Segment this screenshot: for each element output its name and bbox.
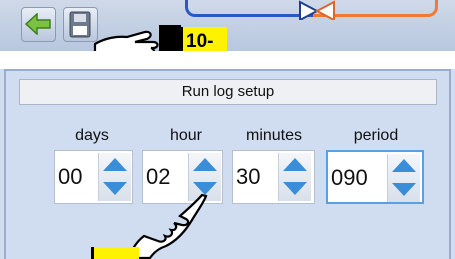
separator: [0, 51, 455, 69]
up-arrow-icon[interactable]: [283, 158, 307, 171]
minutes-label: minutes: [245, 127, 303, 144]
panel-title: Run log setup: [19, 79, 437, 105]
back-button[interactable]: [21, 7, 56, 42]
period-label: period: [353, 127, 399, 144]
callout-label-partial: [91, 247, 139, 259]
up-arrow-icon[interactable]: [103, 158, 127, 171]
period-value[interactable]: 090: [328, 152, 368, 202]
minutes-arrows: [278, 153, 311, 201]
days-label: days: [75, 127, 109, 144]
down-arrow-icon[interactable]: [283, 182, 307, 195]
arrow-left-icon: [25, 13, 51, 35]
run-log-setup-panel: Run log setup days hour minutes period 0…: [0, 69, 455, 259]
days-value[interactable]: 00: [55, 151, 82, 203]
minutes-value[interactable]: 30: [233, 151, 260, 203]
down-arrow-icon[interactable]: [392, 183, 416, 196]
toolbar: 10-: [0, 0, 455, 63]
up-arrow-icon[interactable]: [193, 158, 217, 171]
hour-label: hour: [169, 127, 203, 144]
period-spinner[interactable]: 090: [326, 150, 424, 204]
days-spinner[interactable]: 00: [54, 150, 133, 204]
up-arrow-icon[interactable]: [392, 159, 416, 172]
down-arrow-icon[interactable]: [103, 182, 127, 195]
period-arrows: [387, 154, 420, 202]
save-icon: [69, 11, 91, 38]
minutes-spinner[interactable]: 30: [232, 150, 315, 204]
valve-icon: [299, 0, 335, 20]
